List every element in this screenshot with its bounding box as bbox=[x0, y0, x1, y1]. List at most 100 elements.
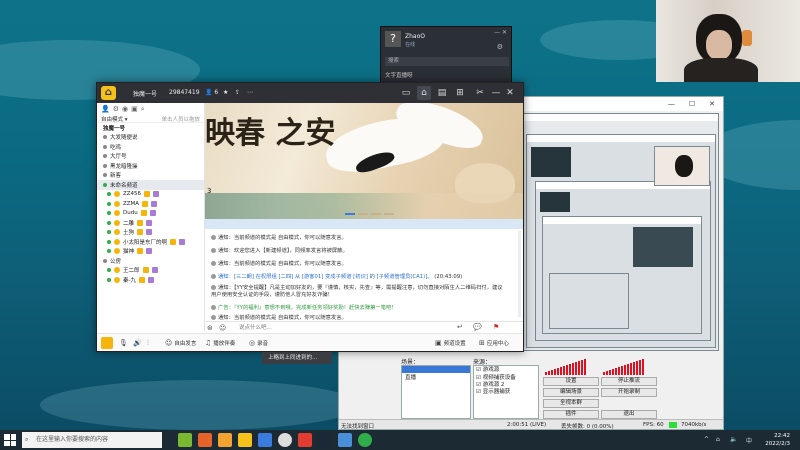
music-button[interactable]: ♫ 播放伴奏 bbox=[205, 339, 235, 347]
tray-chevron-icon[interactable]: ^ bbox=[704, 436, 709, 443]
list-icon[interactable]: ▤ bbox=[435, 86, 449, 100]
clock[interactable]: 22:42 2022/2/3 bbox=[765, 432, 790, 448]
steam-icon[interactable] bbox=[318, 433, 332, 447]
plugins-button[interactable]: 插件 bbox=[543, 410, 599, 419]
gamepad-icon[interactable]: ⊛ bbox=[207, 324, 213, 332]
gear-icon[interactable]: ⚙ bbox=[113, 105, 119, 113]
chat-input-bar: ⊛ ☺ ↵ 💬 ⚑ bbox=[205, 321, 523, 333]
yy-taskbar-icon[interactable] bbox=[238, 433, 252, 447]
status-time: 2:00:51 (LIVE) bbox=[507, 422, 547, 428]
stop-stream-button[interactable]: 停止推流 bbox=[601, 377, 657, 386]
fullscreen-button[interactable]: 全视本群 bbox=[543, 399, 599, 408]
home-logo-icon[interactable]: ⌂ bbox=[101, 86, 116, 100]
gear-icon[interactable]: ⚙ bbox=[497, 43, 503, 51]
search-icon[interactable]: ⌕ bbox=[141, 105, 145, 113]
start-record-button[interactable]: 开始录制 bbox=[601, 388, 657, 397]
close-icon[interactable]: ✕ bbox=[709, 100, 715, 108]
ime-indicator[interactable]: 中 bbox=[746, 436, 752, 445]
mode-select[interactable]: 自由模式 ▾ bbox=[101, 115, 128, 123]
windows-start-icon[interactable] bbox=[4, 434, 16, 446]
sidebar-item-channel[interactable]: 大发随便说 bbox=[97, 133, 204, 143]
user-item[interactable]: Dudu bbox=[97, 209, 204, 219]
sidebar-item-channel[interactable]: 独魔一号 bbox=[97, 123, 204, 133]
volume-icon[interactable]: 🔈 bbox=[730, 436, 737, 443]
send-icon[interactable]: ↵ bbox=[457, 323, 463, 331]
exit-button[interactable]: 退出 bbox=[601, 410, 657, 419]
speaker-icon[interactable]: 🔊 bbox=[133, 339, 142, 347]
online-count: 👤 6 bbox=[205, 89, 219, 96]
lock-icon[interactable]: ▣ bbox=[131, 105, 138, 113]
apps-button[interactable]: ⊞ 应用中心 bbox=[479, 339, 509, 347]
user-item[interactable]: 土狗 bbox=[97, 228, 204, 238]
chat-message: 通知：【YY安全提醒】凡是主动加好友的，要『谨慎，核实，先查』等，需提醒注意，切… bbox=[211, 285, 503, 298]
sidebar-group[interactable]: 公房 bbox=[97, 256, 204, 266]
close-icon[interactable]: — ✕ bbox=[494, 29, 507, 36]
yy-icon[interactable] bbox=[101, 337, 113, 349]
app-icon-9[interactable] bbox=[338, 433, 352, 447]
sources-list[interactable]: ☑ 游戏源 ☑ 视频捕获设备 ☑ 游戏源 2 ☑ 显示器捕获 bbox=[473, 365, 539, 419]
user-item[interactable]: 王二郎 bbox=[97, 266, 204, 276]
channel-sidebar: 👤 ⚙ ◉ ▣ ⌕ 自由模式 ▾ 单击人员以拖放 独魔一号 大发随便说 吃鸡 大… bbox=[97, 103, 205, 331]
app-icon-7[interactable] bbox=[298, 433, 312, 447]
scene-item[interactable]: 直播 bbox=[402, 373, 470, 381]
gamepad-icon[interactable]: ⊞ bbox=[453, 86, 467, 100]
app-icon-1[interactable] bbox=[178, 433, 192, 447]
flag-icon[interactable]: ⚑ bbox=[493, 323, 499, 331]
channel-settings-button[interactable]: ▣ 频道设置 bbox=[435, 339, 466, 347]
app-icon-10[interactable] bbox=[358, 433, 372, 447]
free-voice-button[interactable]: ☺ 自由发言 bbox=[165, 339, 196, 347]
emoji-icon[interactable]: ☺ bbox=[219, 324, 226, 332]
source-item[interactable]: ☑ 游戏源 bbox=[474, 366, 538, 375]
home-icon[interactable]: ⌂ bbox=[417, 86, 431, 100]
source-item[interactable]: ☑ 视频捕获设备 bbox=[474, 375, 538, 382]
channel-banner[interactable]: 映春 之安 3 bbox=[205, 103, 523, 219]
status-bitrate: 7040kb/s bbox=[681, 422, 707, 428]
banner-pager[interactable] bbox=[345, 213, 394, 215]
user-item[interactable]: 二雕 bbox=[97, 218, 204, 228]
wallpaper-wave bbox=[40, 380, 360, 430]
tool-icon[interactable]: ✂ bbox=[473, 86, 487, 100]
settings-button[interactable]: 设置 bbox=[543, 377, 599, 386]
status-dropped: 丢失帧数: 0 (0.00%) bbox=[561, 424, 614, 430]
sidebar-item-channel[interactable]: 大厅号 bbox=[97, 152, 204, 162]
user-item[interactable]: 小太阳是东厂的啊 bbox=[97, 237, 204, 247]
maximize-icon[interactable]: ☐ bbox=[689, 100, 695, 108]
user-item[interactable]: 猫神 bbox=[97, 247, 204, 257]
chat-input[interactable] bbox=[239, 323, 439, 332]
chat-area[interactable]: 通知：当前频道的模式是 自由模式，你可以随意发言。 通知：欢迎您进入【新建频道】… bbox=[205, 229, 523, 321]
scenes-list[interactable]: 直播 bbox=[401, 365, 471, 419]
chat-scrollbar[interactable] bbox=[518, 231, 521, 317]
app-icon-5[interactable] bbox=[258, 433, 272, 447]
chat-bubble-icon[interactable]: 💬 bbox=[473, 323, 482, 331]
minimize-icon[interactable]: — bbox=[489, 86, 503, 100]
sidebar-item-channel[interactable]: 新客 bbox=[97, 171, 204, 181]
sidebar-item-channel[interactable]: 黑龙暗隆操 bbox=[97, 161, 204, 171]
source-item[interactable]: ☑ 游戏源 2 bbox=[474, 382, 538, 389]
minimize-icon[interactable]: — bbox=[668, 100, 675, 108]
close-icon[interactable]: ✕ bbox=[503, 86, 517, 100]
live-icon[interactable]: ▭ bbox=[399, 86, 413, 100]
app-icon-2[interactable] bbox=[198, 433, 212, 447]
edit-scene-button[interactable]: 编辑场景 bbox=[543, 388, 599, 397]
sidebar-item-channel-selected[interactable]: 未命名频道 bbox=[97, 180, 204, 190]
user-icon[interactable]: 👤 bbox=[101, 105, 110, 113]
app-icon-3[interactable] bbox=[218, 433, 232, 447]
more-icon[interactable]: ⋯ bbox=[247, 89, 253, 96]
user-item[interactable]: 秦-九 bbox=[97, 275, 204, 285]
network-icon[interactable]: ⌂ bbox=[716, 436, 720, 443]
equalizer-icon[interactable]: ⫶ bbox=[147, 339, 149, 348]
taskbar-search-input[interactable]: ⌕ 在这里输入你要搜索的内容 bbox=[22, 432, 162, 448]
obs-taskbar-icon[interactable] bbox=[278, 433, 292, 447]
avatar[interactable]: ? bbox=[385, 31, 401, 47]
channel-name: 独魔一号 bbox=[133, 91, 158, 98]
share-icon[interactable]: ⇪ bbox=[235, 89, 240, 96]
mic-icon[interactable]: 🎙 bbox=[119, 339, 128, 347]
user-item[interactable]: ZZ456 bbox=[97, 190, 204, 200]
star-icon[interactable]: ★ bbox=[223, 89, 228, 96]
qq-search-input[interactable]: 搜索 bbox=[385, 57, 509, 66]
sidebar-item-channel[interactable]: 吃鸡 bbox=[97, 142, 204, 152]
source-item[interactable]: ☑ 显示器捕获 bbox=[474, 389, 538, 396]
user-item[interactable]: ZZMA bbox=[97, 199, 204, 209]
record-icon[interactable]: ◉ bbox=[122, 105, 128, 113]
record-button[interactable]: ◎ 录音 bbox=[249, 339, 268, 347]
